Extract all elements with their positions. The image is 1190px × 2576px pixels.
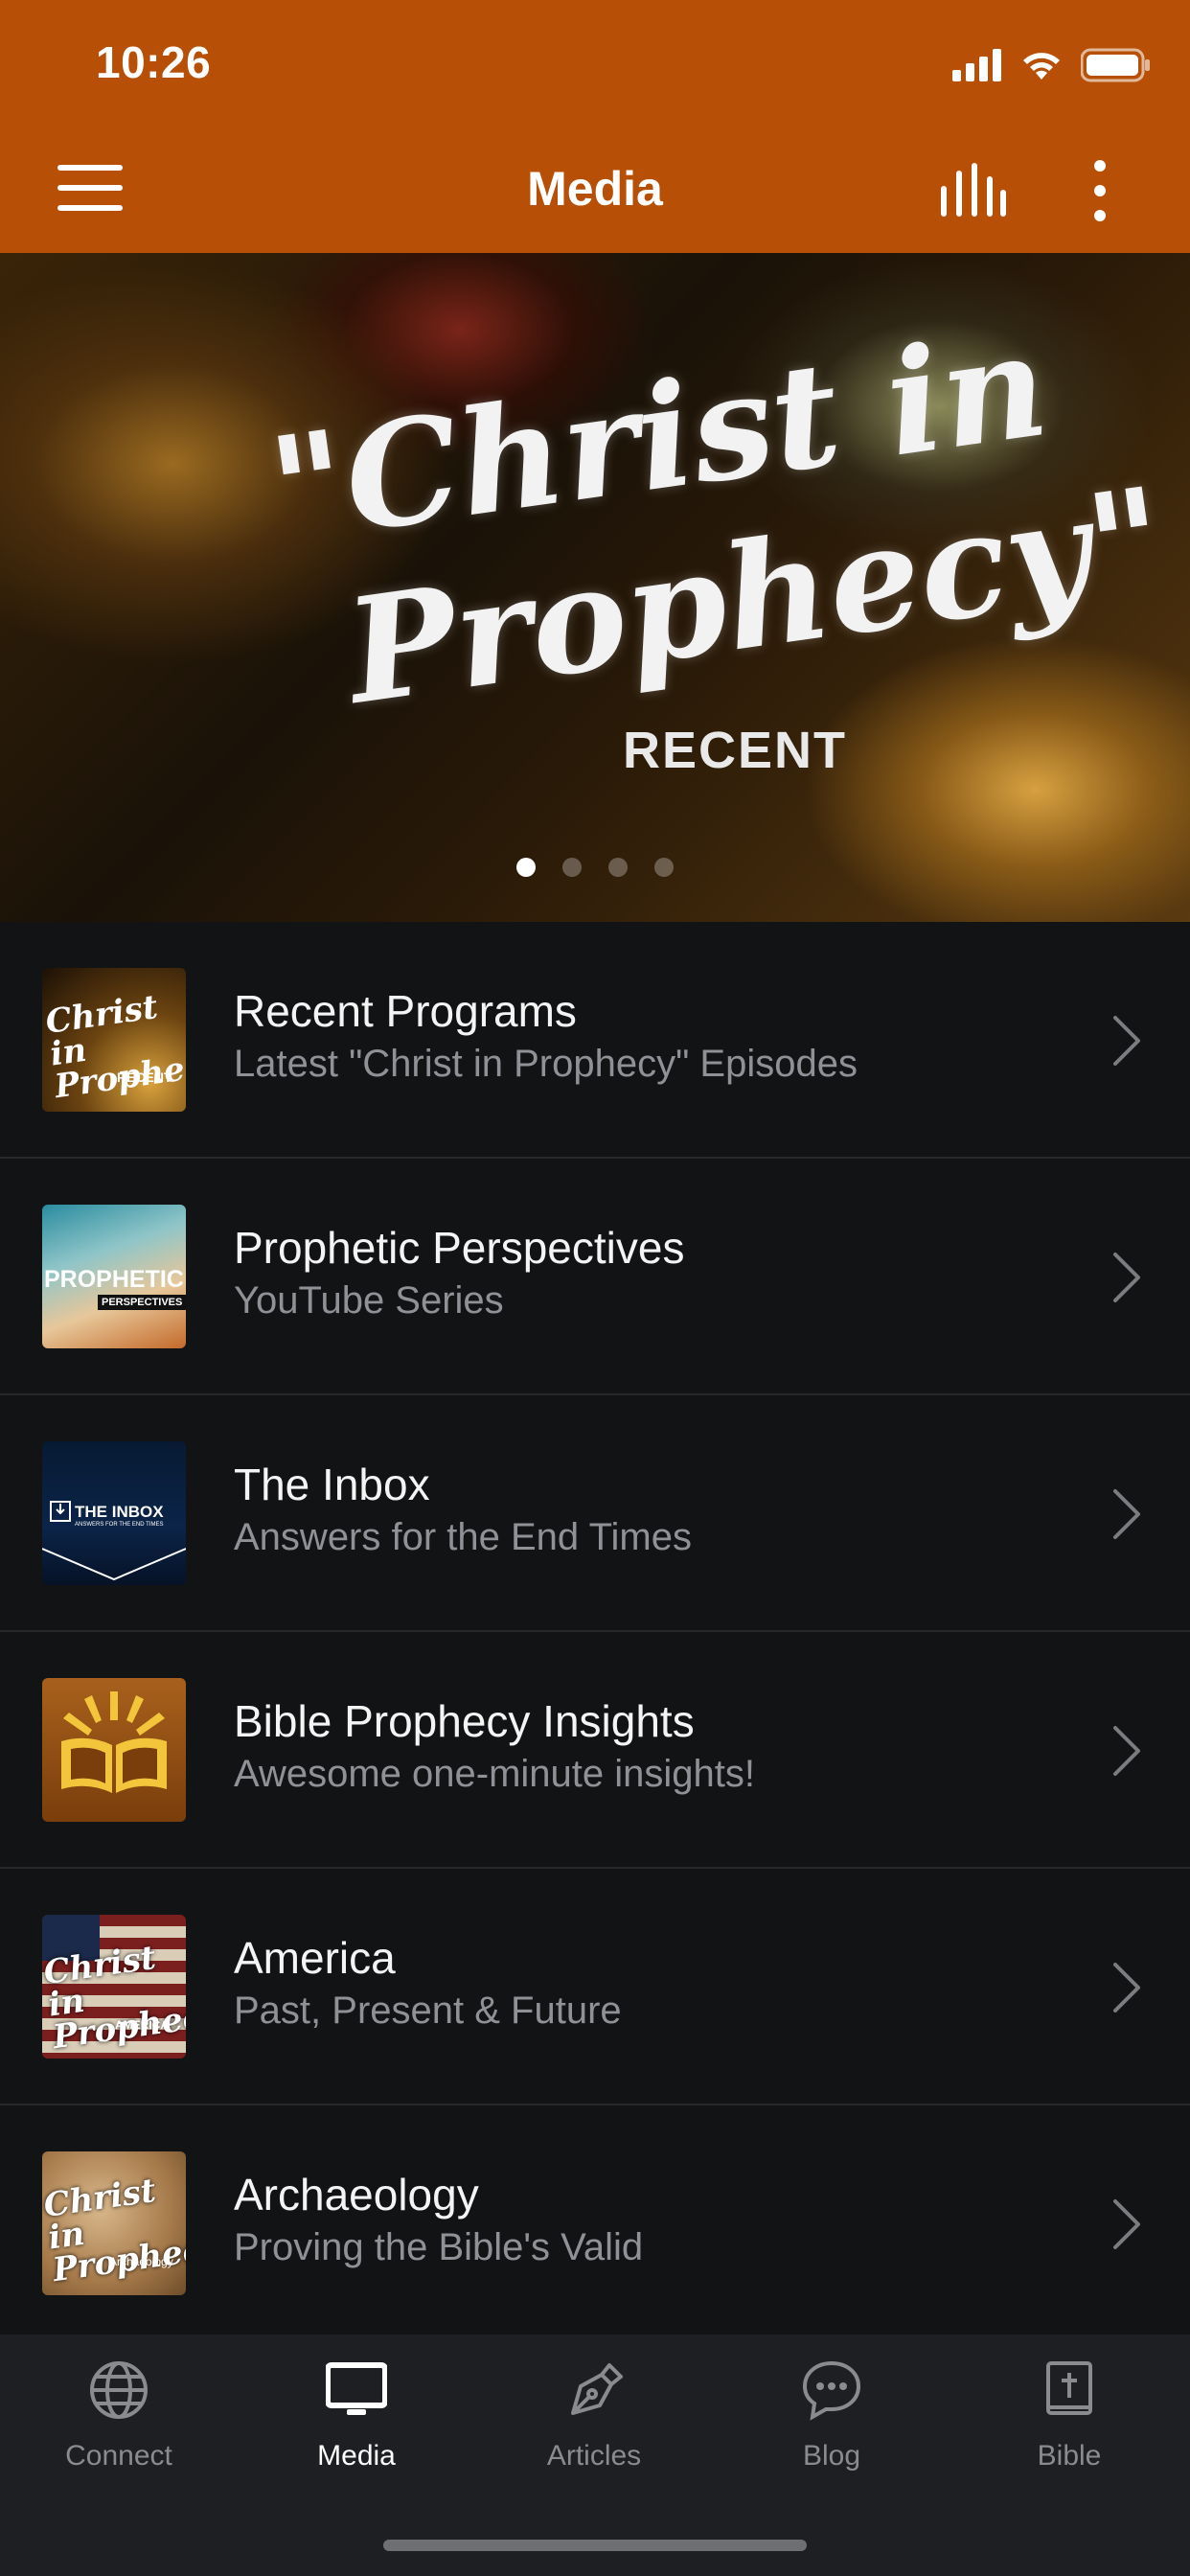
the-inbox-thumbnail: THE INBOX ANSWERS FOR THE END TIMES [42,1441,186,1585]
list-item-title: The Inbox [234,1460,430,1509]
list-item-subtitle: Past, Present & Future [234,1990,622,2032]
featured-banner[interactable]: "Christ in Prophecy" RECENT [0,253,1190,922]
app-header: 10:26 Media [0,0,1190,253]
tab-label: Connect [65,2440,172,2472]
chevron-right-icon [1113,1726,1140,1776]
list-item-subtitle: YouTube Series [234,1279,504,1322]
thumb-script-text: Christ in Prophecy [43,987,186,1107]
list-item-subtitle: Answers for the End Times [234,1516,692,1558]
tab-media[interactable]: Media [238,2334,475,2517]
status-time: 10:26 [96,37,212,87]
chevron-right-icon [1113,1253,1140,1302]
chevron-right-icon [1113,2199,1140,2249]
list-item-prophetic-perspectives[interactable]: PROPHETIC PERSPECTIVES Prophetic Perspec… [0,1159,1190,1395]
list-item-recent-programs[interactable]: Christ in Prophecy RECENT Recent Program… [0,922,1190,1159]
open-book-icon [61,1691,167,1793]
christ-in-prophecy-recent-thumbnail: Christ in Prophecy RECENT [42,968,186,1112]
chevron-right-icon [1113,1016,1140,1066]
bible-icon [1046,2361,1092,2415]
navigation-bar: Media [0,144,1190,236]
carousel-dots [0,858,1190,877]
thumb-main-text: PROPHETIC [44,1266,184,1293]
cellular-signal-icon [952,49,1001,81]
chevron-down-icon [42,1548,186,1581]
list-item-archaeology[interactable]: Christ in Prophecy Archaeology Archaeolo… [0,2105,1190,2342]
list-item-title: Bible Prophecy Insights [234,1696,695,1746]
thumb-sub-text: ANSWERS FOR THE END TIMES [75,1522,164,1528]
tab-bible[interactable]: Bible [950,2334,1188,2517]
prophetic-perspectives-thumbnail: PROPHETIC PERSPECTIVES [42,1205,186,1348]
home-indicator [383,2540,807,2551]
list-item-the-inbox[interactable]: THE INBOX ANSWERS FOR THE END TIMES The … [0,1395,1190,1632]
more-vertical-icon[interactable] [1083,159,1117,222]
list-item-america[interactable]: Christ in Prophecy AMERICA America Past,… [0,1869,1190,2105]
thumb-script-text: Christ in Prophecy [42,2171,186,2290]
banner-tag: RECENT [623,722,848,779]
carousel-dot-4[interactable] [654,858,674,877]
tab-label: Blog [802,2440,861,2472]
page-title: Media [527,162,663,216]
list-item-title: Prophetic Perspectives [234,1223,685,1273]
equalizer-icon[interactable] [939,163,1008,217]
christ-in-prophecy-archaeology-thumbnail: Christ in Prophecy Archaeology [42,2151,186,2295]
list-item-subtitle: Latest "Christ in Prophecy" Episodes [234,1043,858,1085]
thumb-main-text: THE INBOX [75,1503,164,1521]
list-item-subtitle: Awesome one-minute insights! [234,1753,755,1795]
carousel-dot-3[interactable] [608,858,628,877]
tab-connect[interactable]: Connect [0,2334,238,2517]
thumb-script-text: Christ in Prophecy [42,1938,186,2058]
media-list: Christ in Prophecy RECENT Recent Program… [0,922,1190,2342]
thumb-tag: RECENT [117,1070,172,1085]
chat-bubble-icon [802,2360,861,2421]
tab-label: Articles [546,2440,642,2472]
globe-icon [90,2361,148,2419]
list-item-title: America [234,1933,396,1983]
status-icons [952,46,1152,84]
wifi-icon [1023,53,1060,80]
carousel-dot-1[interactable] [516,858,536,877]
inbox-icon [50,1501,71,1522]
list-item-bible-prophecy-insights[interactable]: Bible Prophecy Insights Awesome one-minu… [0,1632,1190,1869]
chevron-right-icon [1113,1963,1140,2012]
list-item-title: Recent Programs [234,986,577,1036]
list-item-title: Archaeology [234,2170,479,2220]
tab-label: Media [317,2440,396,2472]
tab-blog[interactable]: Blog [713,2334,950,2517]
list-item-subtitle: Proving the Bible's Valid [234,2226,644,2268]
monitor-icon [326,2362,387,2415]
bible-prophecy-insights-thumbnail [42,1678,186,1822]
christ-in-prophecy-america-thumbnail: Christ in Prophecy AMERICA [42,1915,186,2058]
pen-icon [571,2363,623,2415]
carousel-dot-2[interactable] [562,858,582,877]
tab-articles[interactable]: Articles [475,2334,713,2517]
thumb-tag: AMERICA [115,2018,169,2032]
tab-label: Bible [1037,2440,1102,2472]
thumb-sub-text: PERSPECTIVES [98,1295,186,1310]
thumb-tag: Archaeology [109,2255,173,2268]
battery-icon [1081,48,1150,82]
chevron-right-icon [1113,1489,1140,1539]
